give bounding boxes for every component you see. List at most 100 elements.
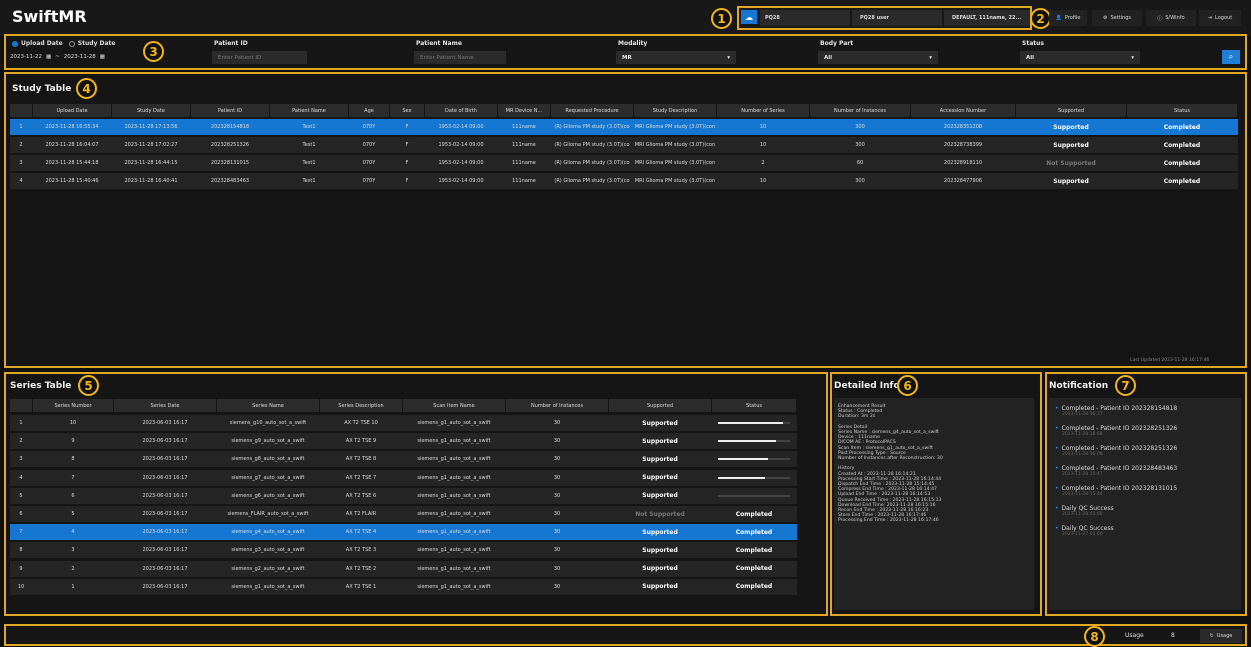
swinfo-label: S/WInfo [1165,15,1185,21]
date-to[interactable]: 2023-11-28 [64,54,96,60]
progress-bar [718,422,790,424]
swinfo-button[interactable]: ⓘ S/WInfo [1146,10,1196,26]
calendar-icon[interactable]: ▦ [46,54,51,60]
table-cell: 30 [553,474,561,481]
notification-item[interactable]: • Completed - Patient ID 202328131015 2023… [1055,485,1240,497]
table-cell: Supported [642,419,678,427]
series-col-header[interactable] [10,399,32,412]
table-cell: siemens_g1_auto_sot_a_swift [417,583,491,590]
notification-row: • Completed - Patient ID 202328131015 [1055,485,1240,492]
device-select[interactable]: DEFAULT, 111name, 22... [944,10,1030,26]
table-cell: 5 [19,492,23,499]
study-col-header[interactable]: Requested Procedure [551,104,633,117]
bullet-icon: • [1055,525,1059,532]
series-col-header[interactable]: Series Number [33,399,113,412]
settings-button[interactable]: ⚙ Settings [1092,10,1142,26]
table-cell: (R) Glioma PM study (3.0T)(co [554,178,630,184]
table-cell: 111name [512,178,536,184]
notification-item[interactable]: • Daily QC Success 2023-11-27 01:00 [1055,525,1240,537]
series-col-header[interactable]: Series Date [114,399,216,412]
notification-item[interactable]: • Daily QC Success 2023-11-28 01:00 [1055,505,1240,517]
chevron-down-icon: ▾ [1131,54,1134,61]
logout-button[interactable]: ⇥ Logout [1199,10,1241,26]
table-cell: 30 [553,511,561,517]
series-col-header[interactable]: Series Name [217,399,319,412]
table-cell: siemens_g10_auto_sot_a_swift [229,420,307,426]
table-cell: Completed [735,583,773,591]
series-col-header[interactable]: Supported [609,399,711,412]
study-col-header[interactable]: Number of Instances [810,104,910,117]
study-col-header[interactable]: Age [349,104,389,117]
notification-item[interactable]: • Completed - Patient ID 202328483463 2023… [1055,465,1240,477]
chevron-down-icon: ▾ [929,54,932,61]
notification-item[interactable]: • Completed - Patient ID 202328154818 2023… [1055,405,1240,417]
calendar-icon[interactable]: ▦ [100,54,105,60]
study-col-header[interactable]: Upload Date [33,104,111,117]
usage-value: 8 [1171,632,1175,639]
patient-name-input[interactable]: Enter Patient Name [414,51,506,64]
date-type-radio[interactable]: Upload Date Study Date [12,40,115,47]
chevron-down-icon: ▾ [727,54,730,61]
table-cell: (R) Glioma PM study (3.0T)(co [554,142,630,148]
table-cell: 30 [553,529,561,536]
table-cell: AX T2 TSE 6 [345,492,377,499]
table-cell: MRI Glioma PM study (3.0T)(con [634,160,716,166]
notification-item[interactable]: • Completed - Patient ID 202328251326 2023… [1055,425,1240,437]
study-col-header[interactable]: MR Device N... [498,104,550,117]
table-cell: 111name [512,142,536,148]
status-select[interactable]: All ▾ [1020,51,1140,64]
date-range[interactable]: 2023-11-22 ▦ ~ 2023-11-28 ▦ [10,51,128,62]
study-table: Upload Date Study Date Patient ID Patient N… [10,104,1241,194]
table-cell: 3 [19,456,23,463]
table-cell: F [405,178,409,184]
detailed-info-title: Detailed Info [834,381,900,391]
series-col-header[interactable]: Scan Item Name [403,399,505,412]
table-cell: 202328918110 [943,160,983,166]
modality-select[interactable]: MR ▾ [616,51,736,64]
profile-button[interactable]: 👤 Profile [1049,10,1087,26]
table-cell: siemens_g1_auto_sot_a_swift [417,456,491,463]
study-date-radio[interactable] [68,40,75,47]
profile-label: Profile [1064,15,1081,21]
series-col-header[interactable]: Series Description [320,399,402,412]
table-cell: 202328477906 [943,178,983,184]
table-cell: siemens_g7_auto_sot_a_swift [231,474,305,481]
notification-item[interactable]: • Completed - Patient ID 202328251326 2023… [1055,445,1240,457]
table-cell: 30 [553,438,561,445]
notification-time: 2023-11-27 01:00 [1062,532,1103,537]
study-col-header[interactable]: Number of Series [717,104,809,117]
bullet-icon: • [1055,405,1059,412]
table-cell: 1953-02-14 09:00 [438,178,484,184]
study-col-header[interactable]: Supported [1016,104,1126,117]
notification-text: Completed - Patient ID 202328251326 [1061,425,1178,432]
study-col-header[interactable]: Accession Number [911,104,1015,117]
usage-button[interactable]: ↻ Usage [1200,629,1242,643]
study-col-header[interactable]: Study Date [112,104,190,117]
table-cell: MRI Glioma PM study (3.0T)(con [634,178,716,184]
table-cell: siemens_g4_auto_sot_a_swift [231,529,305,536]
callout-6: 6 [897,375,918,396]
table-cell: Supported [642,546,678,554]
study-col-header[interactable]: Study Description [634,104,716,117]
patient-id-input[interactable]: Enter Patient ID [212,51,307,64]
table-cell: 2023-06-03 16:17 [142,492,188,499]
upload-date-radio[interactable] [12,40,18,47]
table-cell: AX T2 TSE 10 [344,420,378,426]
study-col-header[interactable]: Status [1127,104,1237,117]
table-cell: 1 [71,583,75,590]
study-col-header[interactable]: Patient Name [270,104,348,117]
study-col-header[interactable]: Patient ID [191,104,269,117]
date-from[interactable]: 2023-11-22 [10,54,42,60]
search-button[interactable]: ⌕ [1222,50,1240,64]
series-col-header[interactable]: Number of Instances [506,399,608,412]
study-col-header[interactable]: Sex [390,104,424,117]
series-col-header[interactable]: Status [712,399,796,412]
study-col-header[interactable]: Date of Birth [425,104,497,117]
table-cell: 300 [855,142,865,148]
table-cell: AX T2 TSE 9 [345,438,377,445]
progress-bar [718,476,790,479]
table-cell: F [405,124,409,130]
study-col-header[interactable] [10,104,32,117]
notification-text: Completed - Patient ID 202328251326 [1061,445,1178,452]
body-part-select[interactable]: All ▾ [818,51,938,64]
